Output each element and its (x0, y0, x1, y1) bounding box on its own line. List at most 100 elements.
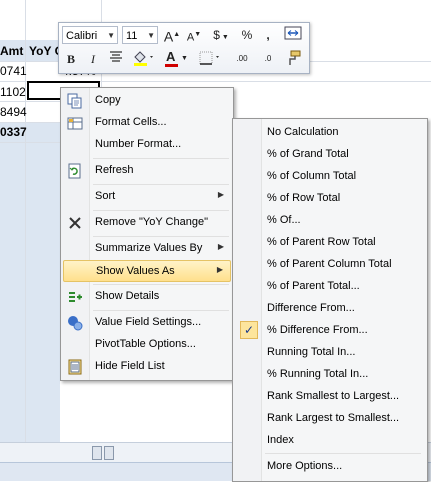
submenu-item-pct-running-total-in[interactable]: % Running Total In... (235, 363, 425, 385)
submenu-arrow-icon: ▶ (217, 242, 224, 251)
submenu-item-label: % of Row Total (267, 192, 341, 204)
comma-style-button[interactable]: , (261, 26, 275, 44)
percent-button[interactable]: % (239, 26, 255, 44)
submenu-item-rank-largest-to-smallest[interactable]: Rank Largest to Smallest... (235, 407, 425, 429)
menu-item-label: Format Cells... (95, 116, 167, 128)
fill-color-button[interactable] (131, 50, 157, 68)
font-color-swatch (165, 64, 178, 67)
menu-item-pivottable-options[interactable]: PivotTable Options... (63, 334, 231, 356)
percent-icon: % (241, 28, 253, 42)
chevron-down-icon[interactable]: ▼ (181, 50, 188, 68)
submenu-item-label: Rank Largest to Smallest... (267, 412, 400, 424)
field-settings-icon (68, 316, 83, 331)
align-center-icon (110, 51, 122, 62)
submenu-item-rank-smallest-to-largest[interactable]: Rank Smallest to Largest... (235, 385, 425, 407)
submenu-item-label: % of Grand Total (267, 148, 349, 160)
menu-separator (93, 236, 229, 237)
decrease-decimal-icon: .0 (264, 54, 272, 63)
grow-font-icon: A (163, 28, 174, 45)
submenu-item-label: % of Parent Total... (267, 280, 360, 292)
menu-item-label: Number Format... (95, 138, 182, 150)
refresh-icon (68, 163, 81, 179)
menu-item-label: Value Field Settings... (95, 316, 202, 328)
menu-item-label: Copy (95, 94, 121, 106)
menu-item-label: Sort (95, 190, 116, 202)
menu-item-value-field-settings[interactable]: Value Field Settings... (63, 312, 231, 334)
submenu-item-index[interactable]: Index (235, 429, 425, 451)
menu-item-label: Refresh (95, 164, 134, 176)
submenu-item-pct-parent-row-total[interactable]: % of Parent Row Total (235, 231, 425, 253)
submenu-item-label: % of Column Total (267, 170, 357, 182)
show-details-icon (69, 292, 82, 302)
submenu-item-label: Index (267, 434, 294, 446)
remove-x-icon (69, 217, 81, 229)
bold-icon: B (66, 52, 75, 66)
italic-icon: I (91, 52, 95, 66)
submenu-item-no-calculation[interactable]: No Calculation (235, 121, 425, 143)
submenu-item-label: More Options... (267, 460, 343, 472)
align-center-button[interactable] (107, 50, 125, 68)
cell-amt[interactable]: 0741 (0, 64, 27, 78)
menu-item-hide-field-list[interactable]: Hide Field List (63, 356, 231, 378)
borders-button[interactable] (197, 50, 223, 68)
format-painter-button[interactable] (283, 50, 303, 68)
column-shading (0, 142, 60, 442)
cell-amt[interactable]: 8494 (0, 105, 27, 119)
gridline (0, 122, 60, 123)
bold-button[interactable]: B (64, 50, 78, 68)
submenu-item-pct-difference-from[interactable]: ✓ % Difference From... (235, 319, 425, 341)
menu-item-format-cells[interactable]: Format Cells... (63, 112, 231, 134)
font-color-button[interactable]: A ▼ (163, 49, 189, 68)
chevron-down-icon[interactable]: ▼ (147, 27, 155, 45)
currency-icon: $ (213, 28, 220, 42)
submenu-item-pct-parent-column-total[interactable]: % of Parent Column Total (235, 253, 425, 275)
submenu-item-pct-row-total[interactable]: % of Row Total (235, 187, 425, 209)
menu-item-refresh[interactable]: Refresh (63, 160, 231, 182)
header-amt[interactable]: Amt (0, 44, 23, 58)
checkmark-icon: ✓ (240, 321, 258, 339)
cell-amt[interactable]: 1102 (0, 85, 26, 99)
merge-center-icon (284, 26, 302, 40)
font-size-box[interactable]: 11 ▼ (122, 26, 158, 44)
gridline (0, 101, 60, 102)
cell-amt-total[interactable]: 0337 (0, 125, 27, 139)
menu-item-label: PivotTable Options... (95, 338, 196, 350)
decrease-decimal-button[interactable]: .0 (257, 50, 279, 68)
submenu-item-pct-grand-total[interactable]: % of Grand Total (235, 143, 425, 165)
merge-center-button[interactable] (283, 26, 303, 44)
menu-item-copy[interactable]: Copy (63, 90, 231, 112)
submenu-item-more-options[interactable]: More Options... (235, 455, 425, 477)
submenu-item-pct-column-total[interactable]: % of Column Total (235, 165, 425, 187)
menu-item-label: Summarize Values By (95, 242, 203, 254)
menu-separator (93, 158, 229, 159)
menu-item-label: Remove "YoY Change" (95, 216, 208, 228)
grow-font-button[interactable]: A▲ (163, 26, 181, 45)
increase-decimal-button[interactable]: .00 (231, 50, 253, 68)
menu-item-remove-field[interactable]: Remove "YoY Change" (63, 212, 231, 234)
submenu-item-pct-of[interactable]: % Of... (235, 209, 425, 231)
shrink-font-button[interactable]: A▼ (185, 26, 203, 44)
chevron-down-icon[interactable]: ▼ (107, 27, 115, 45)
fill-bucket-icon (134, 51, 153, 66)
scroll-split-handle[interactable] (92, 446, 102, 460)
scroll-split-handle[interactable] (104, 446, 114, 460)
menu-item-sort[interactable]: Sort ▶ (63, 186, 231, 208)
context-menu: Copy Format Cells... Number Format... Re… (60, 87, 234, 381)
font-name-box[interactable]: Calibri ▼ (62, 26, 118, 44)
menu-item-summarize-values-by[interactable]: Summarize Values By ▶ (63, 238, 231, 260)
menu-item-number-format[interactable]: Number Format... (63, 134, 231, 156)
submenu-item-running-total-in[interactable]: Running Total In... (235, 341, 425, 363)
submenu-item-pct-parent-total[interactable]: % of Parent Total... (235, 275, 425, 297)
menu-item-label: Show Values As (96, 265, 175, 277)
menu-item-label: Show Details (95, 290, 160, 302)
menu-item-show-values-as[interactable]: Show Values As ▶ (63, 260, 231, 282)
menu-separator (93, 310, 229, 311)
menu-separator (93, 184, 229, 185)
menu-item-show-details[interactable]: Show Details (63, 286, 231, 308)
menu-separator (93, 210, 229, 211)
submenu-item-difference-from[interactable]: Difference From... (235, 297, 425, 319)
submenu-item-label: % of Parent Column Total (267, 258, 392, 270)
italic-button[interactable]: I (86, 50, 100, 68)
currency-button[interactable]: $ ▼ (209, 26, 233, 44)
gridline (0, 142, 60, 143)
